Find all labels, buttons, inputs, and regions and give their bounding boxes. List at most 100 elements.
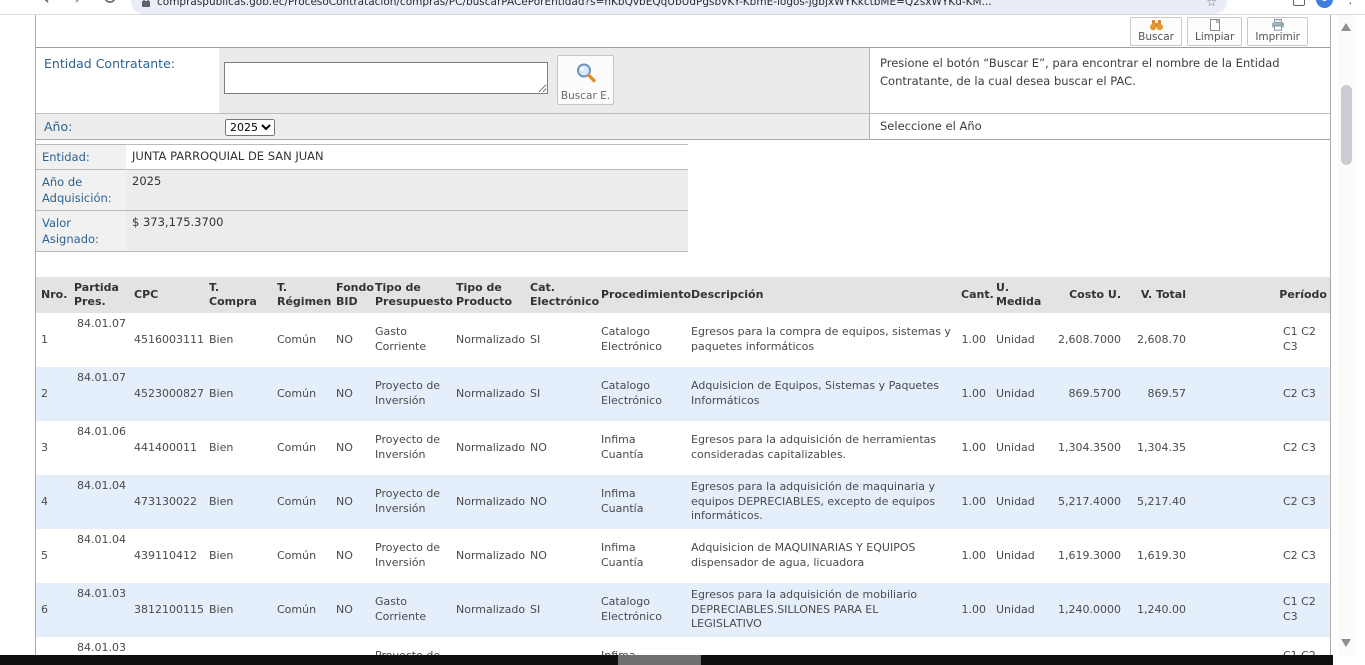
cell-nro: 6: [36, 583, 69, 637]
cell-fondo_bid: NO: [331, 529, 370, 583]
cell-partida: 84.01.03: [69, 583, 129, 637]
eraser-page-icon: [1209, 19, 1221, 31]
cell-periodo: C2 C3: [1191, 475, 1331, 529]
imprimir-button-label: Imprimir: [1255, 31, 1300, 43]
cell-fondo_bid: NO: [331, 583, 370, 637]
column-header-cpc: CPC: [129, 277, 204, 313]
cell-cant: 1.00: [956, 421, 991, 475]
buscar-e-label: Buscar E.: [561, 90, 610, 102]
cell-t_regimen: Común: [272, 583, 331, 637]
info-value: 2025: [126, 170, 688, 210]
column-header-descripcion: Descripción: [686, 277, 956, 313]
url-bar[interactable]: compraspublicas.gob.ec/ProcesoContrataci…: [131, 0, 1227, 14]
cell-descripcion: Egresos para la adquisición de maquinari…: [686, 475, 956, 529]
cell-nro: 1: [36, 313, 69, 367]
entidad-input-cell: Buscar E.: [219, 48, 869, 113]
column-header-costo_u: Costo U.: [1051, 277, 1126, 313]
search-form: Entidad Contratante: Buscar E. Presione …: [36, 48, 1330, 140]
table-row: 384.01.06441400011BienComúnNOProyecto de…: [36, 421, 1331, 475]
cell-u_medida: Unidad: [991, 529, 1051, 583]
cell-tipo_presupuesto: Proyecto de Inversión: [370, 475, 451, 529]
cell-partida: 84.01.04: [69, 529, 129, 583]
anio-select-cell: 2025: [219, 113, 869, 139]
column-header-partida: Partida Pres.: [69, 277, 129, 313]
reload-icon[interactable]: [102, 0, 118, 5]
cell-tipo_presupuesto: Proyecto de Inversión: [370, 529, 451, 583]
back-icon[interactable]: [38, 0, 54, 5]
imprimir-button[interactable]: Imprimir: [1247, 17, 1308, 46]
bookmark-star-icon[interactable]: ☆: [1206, 0, 1217, 14]
buscar-button[interactable]: Buscar: [1130, 17, 1182, 46]
table-row: 684.01.033812100115BienComúnNOGasto Corr…: [36, 583, 1331, 637]
cell-periodo: C2 C3: [1191, 367, 1331, 421]
cell-nro: 4: [36, 475, 69, 529]
buscar-button-label: Buscar: [1138, 31, 1174, 43]
cell-tipo_producto: Normalizado: [451, 367, 525, 421]
cell-fondo_bid: NO: [331, 367, 370, 421]
cell-cat_electronico: SI: [525, 583, 596, 637]
pac-table: Nro.Partida Pres.CPCT. CompraT. RégimenF…: [36, 277, 1331, 665]
cell-procedimiento: Catalogo Electrónico: [596, 367, 686, 421]
cell-cpc: 4516003111: [129, 313, 204, 367]
cell-cant: 1.00: [956, 367, 991, 421]
cell-procedimiento: Catalogo Electrónico: [596, 583, 686, 637]
cell-t_regimen: Común: [272, 313, 331, 367]
lock-icon[interactable]: [141, 0, 151, 12]
cell-tipo_producto: Normalizado: [451, 313, 525, 367]
cell-tipo_presupuesto: Proyecto de Inversión: [370, 421, 451, 475]
cell-fondo_bid: NO: [331, 475, 370, 529]
limpiar-button-label: Limpiar: [1195, 31, 1234, 43]
browser-menu-icon[interactable]: ⋮: [1344, 0, 1357, 7]
cell-t_regimen: Común: [272, 475, 331, 529]
cell-descripcion: Egresos para la adquisición de mobiliari…: [686, 583, 956, 637]
scrollbar-up-arrow-icon[interactable]: [1341, 23, 1351, 31]
column-header-cat_electronico: Cat. Electrónico: [525, 277, 596, 313]
cell-tipo_producto: Normalizado: [451, 529, 525, 583]
period-value: C1 C2 C3: [1283, 595, 1327, 625]
cell-cpc: 439110412: [129, 529, 204, 583]
scrollbar-thumb[interactable]: [1341, 85, 1352, 165]
cell-t_compra: Bien: [204, 529, 272, 583]
table-row: 484.01.04473130022BienComúnNOProyecto de…: [36, 475, 1331, 529]
cell-v_total: 2,608.70: [1126, 313, 1191, 367]
column-header-t_regimen: T. Régimen: [272, 277, 331, 313]
pac-search-page: Buscar Limpiar Imprimir Entidad Contrata…: [35, 15, 1331, 665]
cell-nro: 3: [36, 421, 69, 475]
scrollbar-down-arrow-icon[interactable]: [1341, 639, 1351, 647]
column-header-tipo_presupuesto: Tipo de Presupuesto: [370, 277, 451, 313]
anio-select[interactable]: 2025: [225, 119, 275, 136]
cell-tipo_producto: Normalizado: [451, 583, 525, 637]
cell-t_compra: Bien: [204, 313, 272, 367]
profile-avatar[interactable]: [1316, 0, 1333, 8]
cell-periodo: C1 C2 C3: [1191, 583, 1331, 637]
cell-partida: 84.01.07: [69, 367, 129, 421]
cell-descripcion: Egresos para la compra de equipos, siste…: [686, 313, 956, 367]
cell-cpc: 4523000827: [129, 367, 204, 421]
cell-t_compra: Bien: [204, 421, 272, 475]
actions-toolbar: Buscar Limpiar Imprimir: [36, 15, 1330, 48]
forward-icon[interactable]: [70, 0, 86, 5]
cell-t_compra: Bien: [204, 367, 272, 421]
cell-t_compra: Bien: [204, 475, 272, 529]
cell-v_total: 869.57: [1126, 367, 1191, 421]
table-header-row: Nro.Partida Pres.CPCT. CompraT. RégimenF…: [36, 277, 1331, 313]
cell-fondo_bid: NO: [331, 313, 370, 367]
cell-periodo: C2 C3: [1191, 421, 1331, 475]
cell-fondo_bid: NO: [331, 421, 370, 475]
limpiar-button[interactable]: Limpiar: [1187, 17, 1242, 46]
table-row: 584.01.04439110412BienComúnNOProyecto de…: [36, 529, 1331, 583]
buscar-e-button[interactable]: Buscar E.: [557, 55, 614, 105]
entidad-contratante-input[interactable]: [224, 62, 548, 94]
cell-partida: 84.01.07: [69, 313, 129, 367]
info-row: Valor Asignado:$ 373,175.3700: [36, 211, 688, 252]
vertical-scrollbar[interactable]: [1338, 15, 1355, 655]
download-icon[interactable]: [1293, 0, 1305, 6]
info-row: Año de Adquisición:2025: [36, 170, 688, 211]
browser-chrome: compraspublicas.gob.ec/ProcesoContrataci…: [0, 0, 1365, 15]
cell-cat_electronico: NO: [525, 421, 596, 475]
magnifier-icon: [574, 61, 598, 88]
cell-v_total: 1,304.35: [1126, 421, 1191, 475]
bottom-bar-segment: [618, 655, 701, 665]
column-header-t_compra: T. Compra: [204, 277, 272, 313]
cell-partida: 84.01.04: [69, 475, 129, 529]
